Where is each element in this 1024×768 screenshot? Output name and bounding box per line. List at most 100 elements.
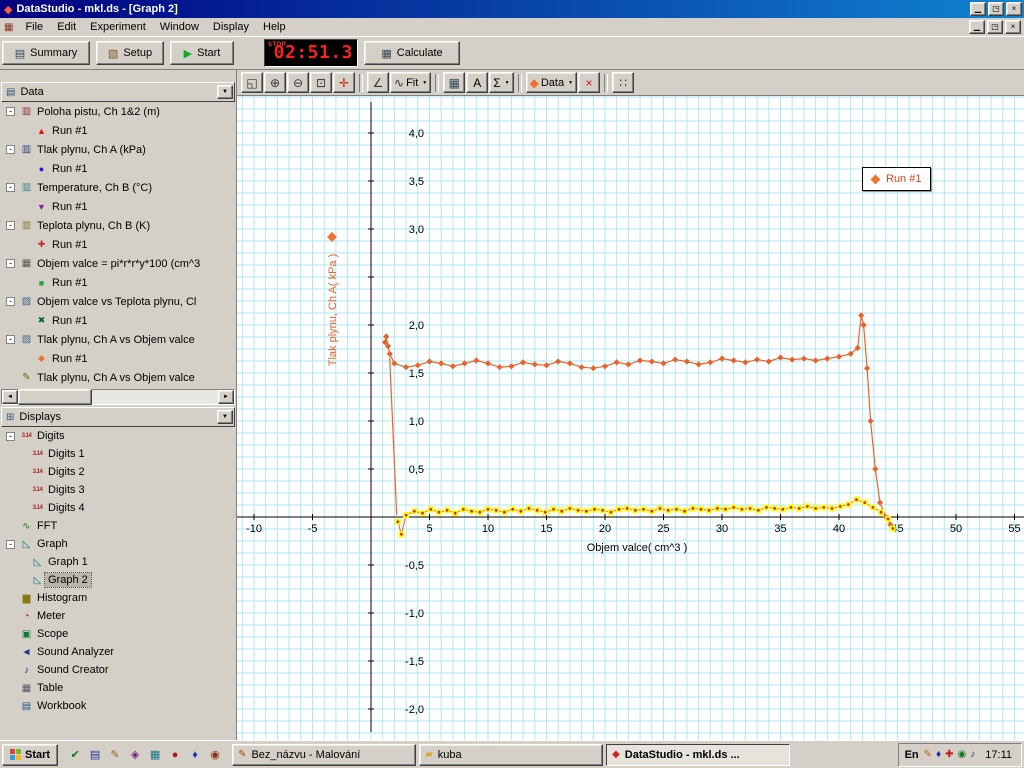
start-button-toolbar[interactable]: ▶ Start [170, 41, 234, 65]
tray-icon-4[interactable]: ◉ [958, 749, 967, 760]
data-dropdown[interactable]: ◆Data▼ [526, 72, 577, 93]
restore-button[interactable]: ◳ [988, 2, 1004, 16]
tray-icon-5[interactable]: ♪ [970, 749, 975, 760]
data-item[interactable]: ✎Tlak plynu, Ch A vs Objem valce [0, 368, 236, 387]
data-tree-scrollbar[interactable]: ◄ ► [1, 389, 235, 405]
run-item[interactable]: ✚Run #1 [0, 235, 236, 254]
display-item[interactable]: ∿FFT [0, 517, 236, 535]
scroll-right-button[interactable]: ► [218, 390, 234, 404]
data-item[interactable]: -▥Temperature, Ch B (°C) [0, 178, 236, 197]
x-axis-title[interactable]: Objem valce( cm^3 ) [587, 542, 688, 554]
data-item[interactable]: -▥Teplota plynu, Ch B (K) [0, 216, 236, 235]
smart-tool-button[interactable]: ✛ [333, 72, 355, 93]
summary-button[interactable]: ▤ Summary [2, 41, 90, 65]
quicklaunch-icon-6[interactable]: ● [166, 746, 184, 764]
menu-edit[interactable]: Edit [50, 19, 83, 35]
run-item[interactable]: ●Run #1 [0, 159, 236, 178]
display-subitem[interactable]: 3.14Digits 2 [0, 463, 236, 481]
collapse-box[interactable]: - [6, 432, 15, 441]
statistics-dropdown[interactable]: Σ▼ [489, 72, 513, 93]
graph-settings-button[interactable]: ∷ [612, 72, 634, 93]
quicklaunch-icon-8[interactable]: ◉ [206, 746, 224, 764]
run-item[interactable]: ▼Run #1 [0, 197, 236, 216]
child-restore-button[interactable]: ◳ [987, 20, 1003, 34]
display-item[interactable]: ◄Sound Analyzer [0, 643, 236, 661]
scroll-thumb[interactable] [18, 389, 92, 405]
language-indicator[interactable]: En [905, 749, 919, 761]
quicklaunch-icon-7[interactable]: ♦ [186, 746, 204, 764]
run-item[interactable]: ✖Run #1 [0, 311, 236, 330]
collapse-box[interactable]: - [6, 297, 15, 306]
data-item[interactable]: -▧Tlak plynu, Ch A vs Objem valce [0, 330, 236, 349]
collapse-box[interactable]: - [6, 540, 15, 549]
displays-pane-dropdown[interactable]: ▼ [217, 410, 233, 424]
quicklaunch-icon-1[interactable]: ✔ [66, 746, 84, 764]
data-item[interactable]: -▥Tlak plynu, Ch A (kPa) [0, 140, 236, 159]
display-item[interactable]: ▆Histogram [0, 589, 236, 607]
minimize-button[interactable]: ▁ [970, 2, 986, 16]
data-item[interactable]: -▧Objem valce vs Teplota plynu, Cl [0, 292, 236, 311]
collapse-box[interactable]: - [6, 221, 15, 230]
menu-display[interactable]: Display [206, 19, 256, 35]
collapse-box[interactable]: - [6, 335, 15, 344]
collapse-box[interactable]: - [6, 107, 15, 116]
zoom-select-button[interactable]: ⊡ [310, 72, 332, 93]
delete-button[interactable]: × [578, 72, 600, 93]
quicklaunch-icon-5[interactable]: ▦ [146, 746, 164, 764]
quicklaunch-icon-3[interactable]: ✎ [106, 746, 124, 764]
display-item[interactable]: ▦Table [0, 679, 236, 697]
menu-experiment[interactable]: Experiment [83, 19, 153, 35]
data-item[interactable]: -▥Poloha pistu, Ch 1&2 (m) [0, 102, 236, 121]
display-subitem[interactable]: 3.14Digits 1 [0, 445, 236, 463]
text-annotation-button[interactable]: A [466, 72, 488, 93]
legend[interactable]: Run #1 [862, 167, 931, 191]
run-item[interactable]: ◆Run #1 [0, 349, 236, 368]
quicklaunch-icon-4[interactable]: ◈ [126, 746, 144, 764]
zoom-in-button[interactable]: ⊕ [264, 72, 286, 93]
calculate-button[interactable]: ▦ Calculate [364, 41, 460, 65]
display-item[interactable]: ♪Sound Creator [0, 661, 236, 679]
display-item[interactable]: ▤Workbook [0, 697, 236, 715]
display-item[interactable]: -3.14Digits [0, 427, 236, 445]
scroll-left-button[interactable]: ◄ [2, 390, 18, 404]
display-item[interactable]: ◔Meter [0, 607, 236, 625]
display-item[interactable]: ▣Scope [0, 625, 236, 643]
display-subitem[interactable]: ◺Graph 1 [0, 553, 236, 571]
graph-plot[interactable]: -10-55101520253035404550554,03,53,02,01,… [237, 96, 1024, 740]
graph-canvas[interactable]: -10-55101520253035404550554,03,53,02,01,… [237, 96, 1024, 740]
tray-icon-3[interactable]: ✚ [945, 749, 953, 760]
child-minimize-button[interactable]: ▁ [969, 20, 985, 34]
calculator-button[interactable]: ▦ [443, 72, 465, 93]
display-subitem[interactable]: 3.14Digits 4 [0, 499, 236, 517]
y-axis-title[interactable]: Tlak plynu, Ch A( kPa ) [327, 254, 339, 367]
display-subitem[interactable]: ◺Graph 2 [0, 571, 236, 589]
display-item[interactable]: -◺Graph [0, 535, 236, 553]
data-item[interactable]: -▦Objem valce = pi*r*r*y*100 (cm^3 [0, 254, 236, 273]
item-label: Digits 4 [45, 501, 88, 515]
task-button-3[interactable]: ◆DataStudio - mkl.ds ... [606, 744, 790, 766]
fit-dropdown[interactable]: ∿Fit▼ [390, 72, 431, 93]
menu-file[interactable]: File [18, 19, 50, 35]
quicklaunch-icon-2[interactable]: ▤ [86, 746, 104, 764]
scale-to-fit-button[interactable]: ◱ [241, 72, 263, 93]
slope-tool-button[interactable]: ∠ [367, 72, 389, 93]
zoom-out-button[interactable]: ⊖ [287, 72, 309, 93]
run-item[interactable]: ■Run #1 [0, 273, 236, 292]
start-button[interactable]: Start [2, 744, 58, 766]
collapse-box[interactable]: - [6, 145, 15, 154]
collapse-box[interactable]: - [6, 183, 15, 192]
setup-button[interactable]: ▧ Setup [96, 41, 164, 65]
child-close-button[interactable]: × [1005, 20, 1021, 34]
menu-help[interactable]: Help [256, 19, 293, 35]
tray-icon-1[interactable]: ✎ [924, 749, 932, 760]
data-pane-dropdown[interactable]: ▼ [217, 85, 233, 99]
tray-icon-2[interactable]: ♦ [936, 749, 941, 760]
display-subitem[interactable]: 3.14Digits 3 [0, 481, 236, 499]
task-button-2[interactable]: ▰kuba [419, 744, 603, 766]
menu-window[interactable]: Window [153, 19, 206, 35]
close-button[interactable]: × [1006, 2, 1022, 16]
task-button-1[interactable]: ✎Bez_názvu - Malování [232, 744, 416, 766]
statistics-dropdown-icon: Σ [493, 77, 500, 89]
collapse-box[interactable]: - [6, 259, 15, 268]
run-item[interactable]: ▲Run #1 [0, 121, 236, 140]
